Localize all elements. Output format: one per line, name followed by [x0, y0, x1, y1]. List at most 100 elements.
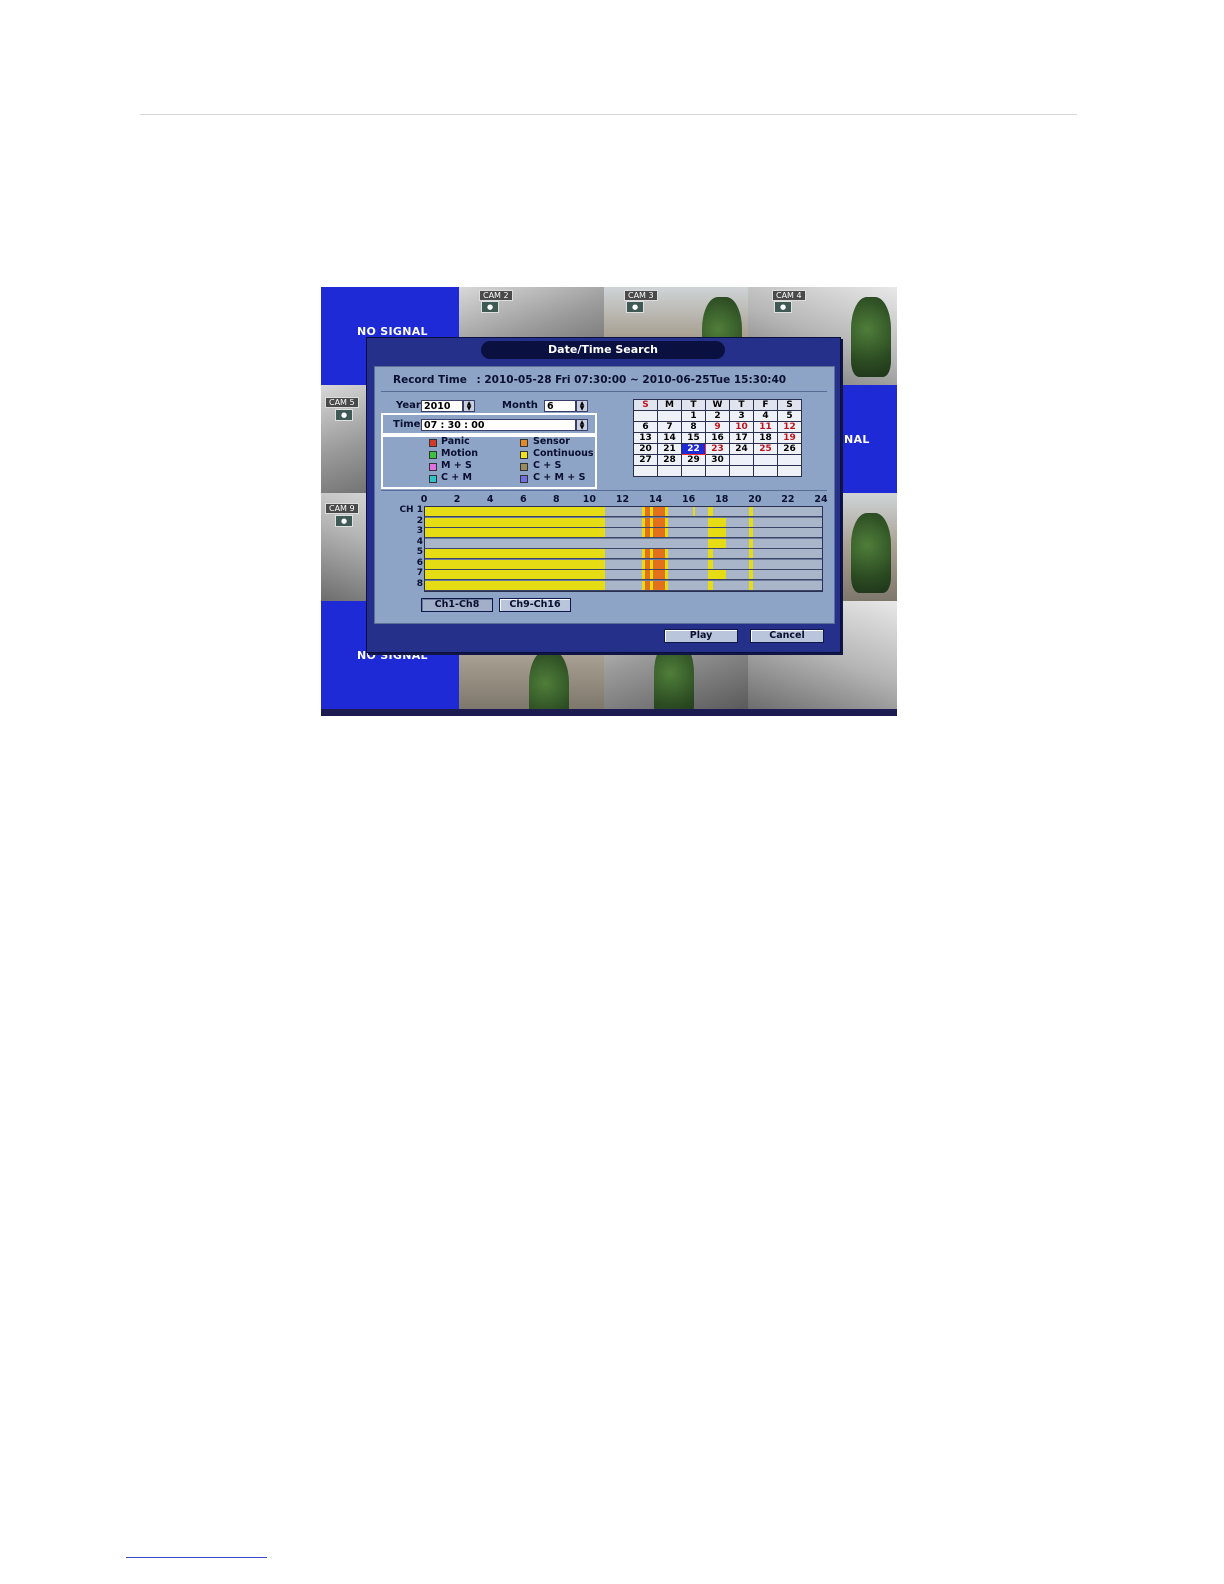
camera-label: CAM 5	[325, 397, 359, 408]
calendar-day[interactable]: 11	[753, 421, 778, 433]
recording-segment-continuous	[707, 528, 727, 537]
calendar-day[interactable]: 16	[705, 432, 730, 444]
legend-swatch-sensor	[520, 439, 528, 447]
calendar-day[interactable]: 4	[753, 410, 778, 422]
calendar-empty-cell	[729, 465, 754, 477]
legend-label-motion: Motion	[441, 448, 479, 459]
timeline-grid[interactable]	[424, 506, 823, 592]
calendar-empty-cell	[633, 465, 658, 477]
calendar-day[interactable]: 12	[777, 421, 802, 433]
recording-segment-continuous	[664, 517, 669, 527]
calendar-day[interactable]: 22	[681, 443, 706, 455]
channel-row[interactable]	[425, 580, 822, 591]
calendar-day[interactable]: 8	[681, 421, 706, 433]
calendar-day[interactable]: 28	[657, 454, 682, 466]
calendar-empty-cell	[753, 465, 778, 477]
hour-tick-label: 22	[781, 494, 795, 505]
calendar-day[interactable]: 19	[777, 432, 802, 444]
calendar-day[interactable]: 10	[729, 421, 754, 433]
recording-segment-continuous	[749, 517, 753, 527]
ch9-ch16-button[interactable]: Ch9-Ch16	[499, 598, 571, 612]
calendar-day[interactable]: 2	[705, 410, 730, 422]
calendar-empty-cell	[657, 410, 682, 422]
legend-swatch-motion	[429, 451, 437, 459]
hour-tick-label: 16	[682, 494, 696, 505]
play-button[interactable]: Play	[664, 629, 738, 643]
recording-segment-continuous	[749, 559, 753, 569]
camera-icon: ●	[335, 515, 353, 527]
calendar-day[interactable]: 14	[657, 432, 682, 444]
calendar-day[interactable]: 1	[681, 410, 706, 422]
recording-segment-continuous	[707, 517, 727, 527]
recording-segment-continuous	[749, 507, 753, 516]
calendar-day[interactable]: 24	[729, 443, 754, 455]
calendar-header-row: SMTWTFS	[633, 399, 802, 411]
record-time-label: Record Time	[393, 374, 467, 386]
calendar-day[interactable]: 6	[633, 421, 658, 433]
time-spinner-icon[interactable]: ▲ ▼	[576, 419, 588, 431]
channel-row[interactable]	[425, 538, 822, 549]
calendar-empty-cell	[777, 465, 802, 477]
hour-tick-label: 18	[715, 494, 729, 505]
calendar-day[interactable]: 23	[705, 443, 730, 455]
calendar-weekday-header: S	[777, 399, 802, 411]
calendar-day[interactable]: 7	[657, 421, 682, 433]
channel-row[interactable]	[425, 507, 822, 517]
calendar-day[interactable]: 13	[633, 432, 658, 444]
hour-tick-label: 4	[486, 494, 494, 505]
legend-label-c-m-s: C + M + S	[533, 472, 586, 483]
month-label: Month	[502, 400, 538, 411]
recording-segment-continuous	[707, 538, 727, 548]
channel-row[interactable]	[425, 559, 822, 570]
hour-tick-label: 0	[420, 494, 428, 505]
channel-label: 6	[416, 557, 423, 568]
channel-row[interactable]	[425, 517, 822, 528]
recording-segment-continuous	[425, 517, 606, 527]
calendar-day[interactable]: 5	[777, 410, 802, 422]
calendar-day[interactable]: 9	[705, 421, 730, 433]
recording-segment-continuous	[749, 570, 753, 579]
calendar-day[interactable]: 29	[681, 454, 706, 466]
channel-label: 3	[416, 526, 423, 536]
cancel-button[interactable]: Cancel	[750, 629, 824, 643]
calendar-day[interactable]: 18	[753, 432, 778, 444]
calendar-day[interactable]: 27	[633, 454, 658, 466]
calendar-empty-cell	[777, 454, 802, 466]
legend-label-m-s: M + S	[441, 460, 472, 471]
calendar-day[interactable]: 15	[681, 432, 706, 444]
legend-swatch-c-s	[520, 463, 528, 471]
dialog-title: Date/Time Search	[481, 341, 725, 359]
plant-image	[851, 513, 891, 593]
recording-segment-continuous	[707, 570, 727, 579]
recording-segment-continuous	[749, 580, 753, 590]
recording-segment-sensor	[653, 570, 665, 579]
channel-label: 2	[416, 515, 423, 526]
month-spinner-icon[interactable]: ▲ ▼	[576, 400, 588, 412]
calendar-empty-cell	[681, 465, 706, 477]
calendar-day[interactable]: 17	[729, 432, 754, 444]
year-spinner-icon[interactable]: ▲ ▼	[463, 400, 475, 412]
record-time-row: Record Time : 2010-05-28 Fri 07:30:00 ~ …	[393, 374, 792, 386]
ch1-ch8-button[interactable]: Ch1-Ch8	[421, 598, 493, 612]
recording-segment-continuous	[749, 549, 753, 558]
channel-row[interactable]	[425, 528, 822, 538]
channel-row[interactable]	[425, 570, 822, 580]
calendar-day[interactable]: 20	[633, 443, 658, 455]
calendar-day[interactable]: 25	[753, 443, 778, 455]
calendar-day[interactable]: 26	[777, 443, 802, 455]
calendar-day[interactable]: 30	[705, 454, 730, 466]
channel-row[interactable]	[425, 549, 822, 559]
calendar-empty-cell	[753, 454, 778, 466]
time-label: Time	[393, 419, 421, 430]
top-rule	[140, 114, 1077, 115]
hour-tick-label: 2	[453, 494, 461, 505]
time-field[interactable]: 07 : 30 : 00	[421, 419, 576, 431]
month-field[interactable]: 6	[544, 400, 576, 412]
footer-rule	[126, 1557, 267, 1558]
calendar-day[interactable]: 3	[729, 410, 754, 422]
channel-label: 8	[416, 578, 423, 589]
calendar-day[interactable]: 21	[657, 443, 682, 455]
legend-label-sensor: Sensor	[533, 436, 570, 447]
camera-label: CAM 4	[772, 290, 806, 301]
year-field[interactable]: 2010	[421, 400, 463, 412]
